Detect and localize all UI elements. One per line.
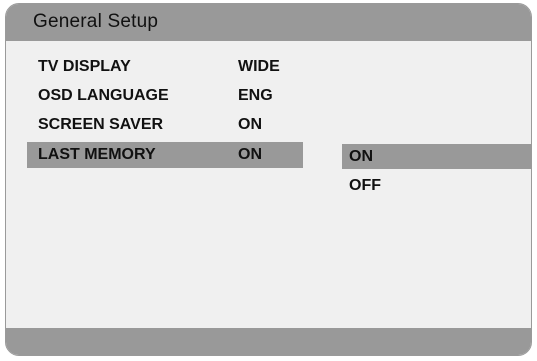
page-title: General Setup	[33, 11, 159, 32]
option-off[interactable]: OFF	[342, 173, 531, 198]
setting-row-tv-display[interactable]: TV DISPLAY WIDE	[27, 54, 303, 80]
setting-label: SCREEN SAVER	[38, 116, 164, 133]
option-label: ON	[349, 148, 373, 165]
setting-value: WIDE	[238, 58, 280, 75]
setting-label: TV DISPLAY	[38, 58, 131, 75]
setting-value: ON	[238, 116, 262, 133]
setting-row-last-memory[interactable]: LAST MEMORY ON	[27, 142, 303, 168]
setting-value: ON	[238, 146, 262, 163]
setting-value: ENG	[238, 87, 273, 104]
setting-label: OSD LANGUAGE	[38, 87, 169, 104]
footer-bar	[6, 328, 531, 355]
setting-label: LAST MEMORY	[38, 146, 156, 163]
option-label: OFF	[349, 177, 381, 194]
setting-row-osd-language[interactable]: OSD LANGUAGE ENG	[27, 83, 303, 109]
option-on[interactable]: ON	[342, 144, 531, 169]
setup-menu-screen: General Setup TV DISPLAY WIDE OSD LANGUA…	[5, 3, 532, 356]
setting-row-screen-saver[interactable]: SCREEN SAVER ON	[27, 112, 303, 138]
title-bar: General Setup	[6, 4, 531, 41]
